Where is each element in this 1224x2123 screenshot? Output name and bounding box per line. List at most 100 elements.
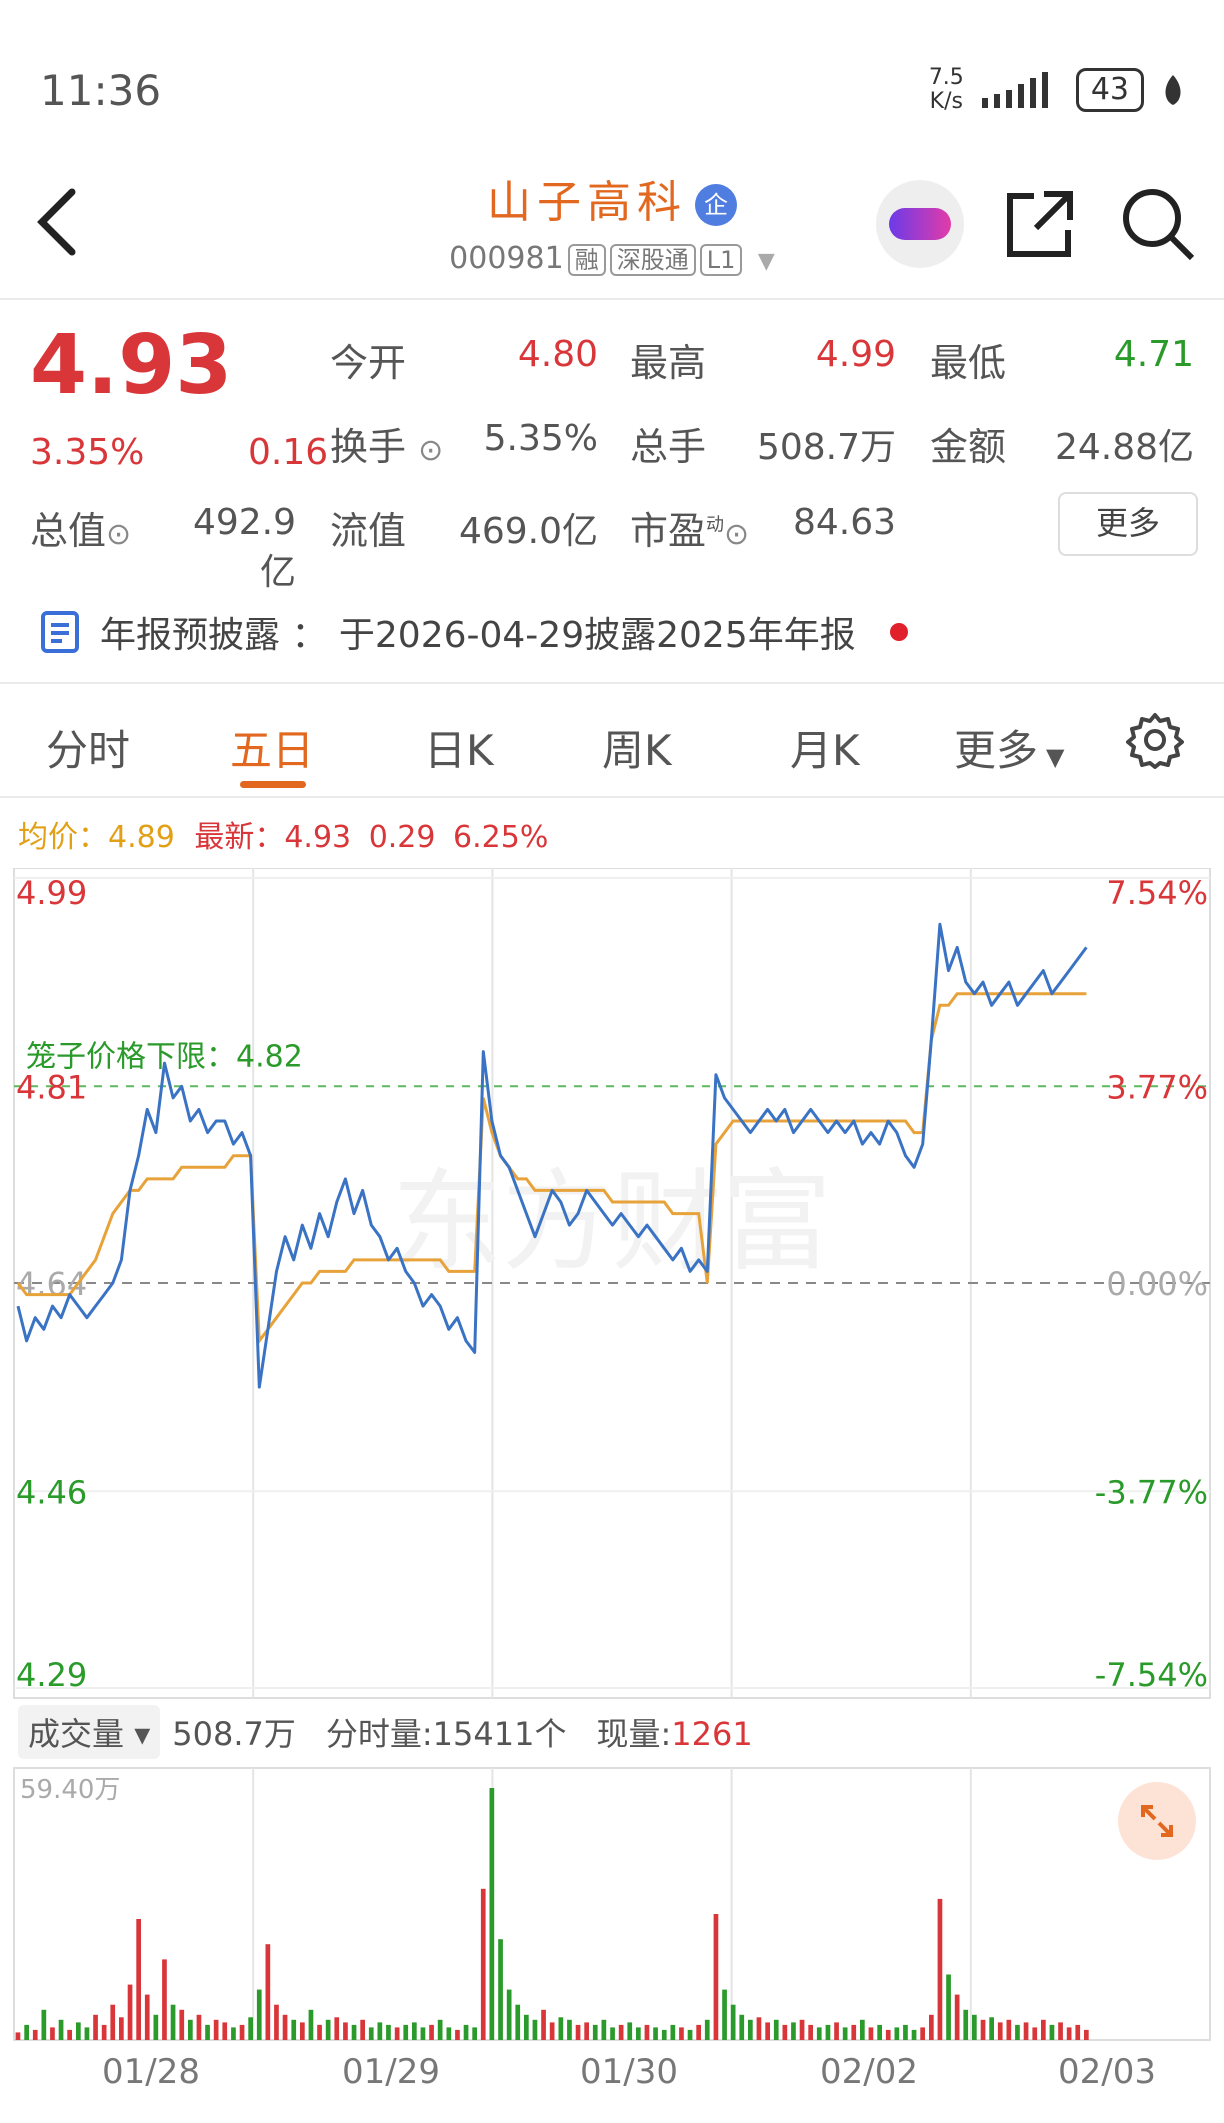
share-icon[interactable] xyxy=(1004,188,1076,260)
volume-bar xyxy=(567,2019,572,2040)
volume-bar xyxy=(429,2024,434,2040)
latest-change: 0.29 xyxy=(368,820,436,855)
y-right-tick: 7.54% xyxy=(1106,874,1208,912)
volume-value: 508.7万 xyxy=(756,427,896,468)
volume-bar xyxy=(15,2032,21,2040)
info-icon[interactable]: ⊙ xyxy=(106,517,131,552)
volume-bar xyxy=(282,2014,288,2040)
settings-icon[interactable] xyxy=(1126,711,1184,769)
volume-bar xyxy=(1041,2019,1046,2040)
volume-bar xyxy=(317,2024,322,2040)
latest-label: 最新： xyxy=(194,820,285,855)
volume-bar xyxy=(834,2022,839,2040)
info-icon[interactable]: ⊙ xyxy=(724,517,749,552)
chart-legend: 均价：4.89 最新：4.93 0.29 6.25% xyxy=(18,812,548,856)
volume-bar xyxy=(791,2022,796,2040)
volume-bar xyxy=(41,2009,47,2040)
search-icon[interactable] xyxy=(1120,186,1196,262)
volume-max-label: 59.40万 xyxy=(20,1775,120,1805)
tab-weekly-k[interactable]: 周K xyxy=(602,717,672,778)
info-icon[interactable]: ⊙ xyxy=(418,433,443,468)
status-time: 11:36 xyxy=(40,66,162,115)
volume-bar xyxy=(93,2014,98,2040)
tag-level: L1 xyxy=(699,244,743,276)
pe-label[interactable]: 市盈动⊙ xyxy=(630,500,749,555)
turnover-label[interactable]: 换手 ⊙ xyxy=(330,416,443,471)
volume-bar xyxy=(765,2022,770,2040)
volume-bar xyxy=(101,2024,107,2040)
expand-button[interactable] xyxy=(1118,1782,1196,1860)
x-label-0130: 01/30 xyxy=(580,2052,678,2092)
mktcap-value: 492.9亿 xyxy=(192,502,296,593)
x-axis: 01/28 01/29 01/30 02/02 02/03 xyxy=(0,2052,1224,2102)
volume-bar xyxy=(592,2024,598,2040)
volume-label: 总手 xyxy=(630,425,707,469)
volume-bar xyxy=(1006,2019,1012,2040)
volume-bar xyxy=(713,1914,719,2040)
tab-monthly-k[interactable]: 月K xyxy=(790,717,860,778)
volume-bar xyxy=(179,2009,185,2040)
open-label: 今开 xyxy=(330,341,407,385)
volume-bar xyxy=(351,2024,357,2040)
active-tab-indicator xyxy=(240,781,306,788)
tabs-divider xyxy=(0,796,1224,798)
volume-bar xyxy=(291,2019,297,2040)
volume-bar xyxy=(144,1994,150,2040)
volume-bar xyxy=(687,2029,693,2040)
volume-bar xyxy=(851,2024,857,2040)
dropdown-icon[interactable]: ▼ xyxy=(758,249,775,274)
volume-bar xyxy=(32,2029,38,2040)
volume-bar xyxy=(1084,2029,1089,2040)
avg-label: 均价： xyxy=(18,820,108,855)
volume-bar xyxy=(489,1788,495,2040)
y-right-tick: -3.77% xyxy=(1095,1473,1208,1511)
volume-bar xyxy=(437,2019,443,2040)
volume-bar xyxy=(782,2024,788,2040)
tab-more[interactable]: 更多 ▼ xyxy=(954,717,1064,778)
volume-bar xyxy=(110,2004,116,2040)
volume-bar xyxy=(412,2022,417,2040)
volume-bar xyxy=(119,2017,124,2040)
volume-bar xyxy=(213,2019,219,2040)
x-label-0129: 01/29 xyxy=(342,2052,440,2092)
amount-value: 24.88亿 xyxy=(1054,427,1194,468)
assistant-avatar[interactable] xyxy=(876,180,964,268)
volume-bar xyxy=(403,2024,409,2040)
volume-bar xyxy=(601,2019,607,2040)
tab-intraday[interactable]: 分时 xyxy=(46,717,130,778)
price-line xyxy=(16,922,1088,1389)
notice-bar[interactable]: 年报预披露 ： 于2026-04-29披露2025年年报 xyxy=(40,606,908,658)
expand-icon xyxy=(1141,1805,1173,1837)
volume-bar xyxy=(136,1919,141,2040)
volume-bar xyxy=(368,2027,374,2040)
amount-label: 金额 xyxy=(930,425,1007,469)
volume-bar xyxy=(541,2009,546,2040)
tag-connect: 深股通 xyxy=(609,244,696,276)
mktcap-label[interactable]: 总值⊙ xyxy=(30,500,131,555)
volume-bar xyxy=(274,2004,279,2040)
volume-bar xyxy=(506,1989,512,2040)
volume-bar xyxy=(610,2027,615,2040)
low-label: 最低 xyxy=(930,341,1007,385)
more-button[interactable]: 更多 xyxy=(1058,492,1198,556)
volume-bar xyxy=(825,2024,831,2040)
volume-bar xyxy=(343,2022,348,2040)
volume-bar xyxy=(868,2027,874,2040)
tab-five-day[interactable]: 五日 xyxy=(230,717,314,778)
current-price: 4.93 xyxy=(30,318,233,413)
volume-dropdown[interactable]: 成交量 ▾ xyxy=(18,1705,161,1759)
volume-bar xyxy=(1032,2027,1038,2040)
tab-daily-k[interactable]: 日K xyxy=(424,717,494,778)
watermark: 东方财富 xyxy=(392,1158,832,1286)
five-day-chart[interactable]: 东方财富4.994.814.644.464.297.54%3.77%0.00%-… xyxy=(0,868,1224,2048)
volume-bar xyxy=(1015,2024,1020,2040)
pe-sup: 动 xyxy=(706,514,725,536)
volume-bar xyxy=(946,1974,951,2040)
volume-bar xyxy=(618,2024,624,2040)
volume-bar xyxy=(627,2022,633,2040)
volume-bar xyxy=(679,2027,684,2040)
y-left-tick: 4.99 xyxy=(16,874,87,912)
volume-bar xyxy=(153,2014,159,2040)
volume-bar xyxy=(860,2019,865,2040)
volume-bar xyxy=(50,2027,55,2040)
